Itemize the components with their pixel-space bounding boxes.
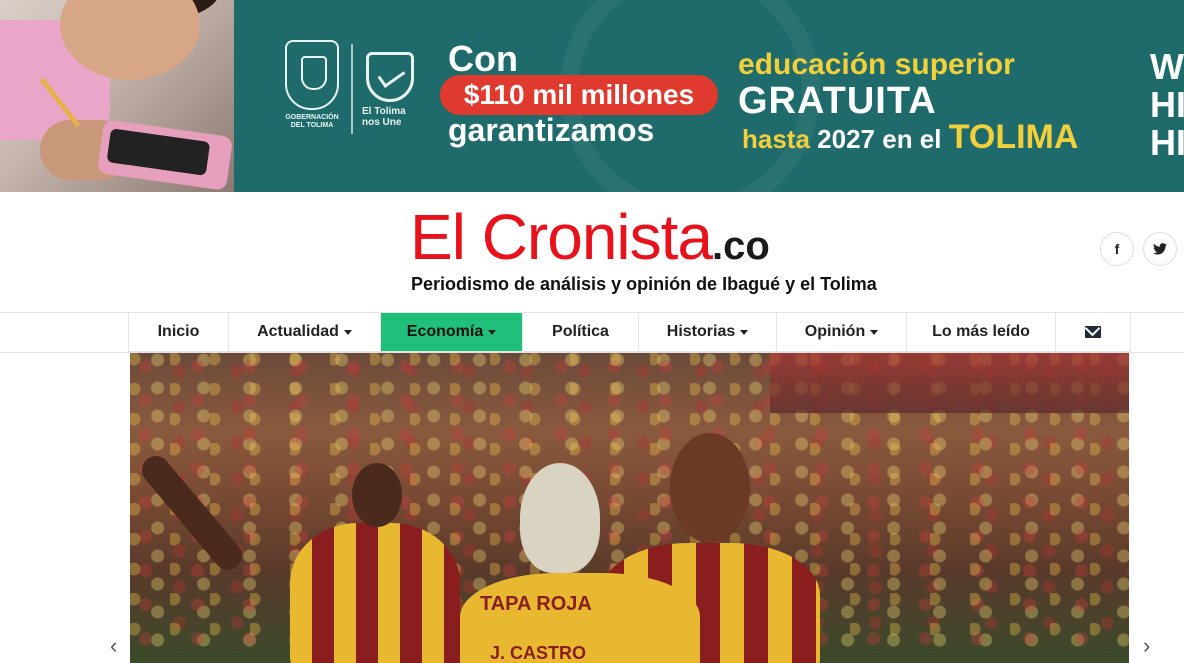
nav-label: Historias — [666, 323, 736, 340]
carousel-prev-icon[interactable]: ‹ — [110, 635, 126, 657]
logo-main: El Cronista — [410, 201, 713, 273]
nav-label: Inicio — [157, 323, 200, 340]
tolima-nos-une-logo: El Tolima nos Une — [362, 52, 422, 134]
facebook-icon[interactable]: f — [1100, 232, 1134, 266]
main-nav: Inicio Actualidad Economía Política Hist… — [128, 312, 1131, 352]
banner-con: Con — [448, 38, 518, 79]
nav-label: Actualidad — [257, 323, 339, 340]
banner-edge-text: W HIC HI — [1150, 46, 1184, 163]
nav-item-politica[interactable]: Política — [523, 313, 639, 351]
photo-phone — [96, 119, 234, 191]
banner-edu: educación superior — [738, 48, 1015, 81]
hero-image[interactable]: TAPA ROJA J. CASTRO — [130, 353, 1129, 663]
nav-item-inicio[interactable]: Inicio — [129, 313, 229, 351]
nav-label: Política — [552, 323, 609, 340]
nav-item-economia[interactable]: Economía — [381, 313, 523, 351]
player-1 — [290, 523, 460, 663]
logo-tld: .co — [712, 224, 770, 268]
envelope-icon — [1085, 326, 1101, 338]
player-3-head — [670, 433, 750, 543]
nav-label: Economía — [406, 323, 484, 340]
caret-down-icon — [870, 329, 879, 335]
shield-handshake-icon — [366, 52, 414, 102]
nav-item-actualidad[interactable]: Actualidad — [229, 313, 381, 351]
site-logo[interactable]: El Cronista.co — [410, 202, 770, 272]
caret-down-icon — [343, 329, 352, 335]
banner-photo — [0, 0, 234, 192]
twitter-icon[interactable] — [1143, 232, 1177, 266]
caret-down-icon — [488, 329, 497, 335]
banner-amount: $110 mil millones — [440, 75, 718, 115]
gobernacion-seal: GOBERNACIÓN DEL TOLIMA — [282, 40, 342, 130]
nav-item-opinion[interactable]: Opinión — [777, 313, 907, 351]
banner-gratuita: GRATUITA — [738, 80, 937, 122]
hasta-prefix: hasta — [742, 124, 810, 154]
seal-text: GOBERNACIÓN DEL TOLIMA — [285, 114, 339, 129]
site-header: El Cronista.co Periodismo de análisis y … — [0, 192, 1184, 312]
nav-item-contact[interactable] — [1056, 313, 1131, 351]
banner-divider — [351, 44, 353, 134]
hasta-year: 2027 — [817, 124, 875, 154]
nav-item-historias[interactable]: Historias — [639, 313, 777, 351]
nav-label: Opinión — [804, 323, 866, 340]
nav-item-lo-mas-leido[interactable]: Lo más leído — [907, 313, 1056, 351]
player-2-head — [520, 463, 600, 573]
jersey-sponsor: TAPA ROJA — [480, 593, 592, 615]
hasta-mid: en el — [882, 124, 942, 154]
hasta-tolima: TOLIMA — [948, 118, 1079, 156]
carousel-next-icon[interactable]: › — [1143, 635, 1159, 657]
seal-icon — [285, 40, 339, 110]
jersey-name: J. CASTRO — [490, 643, 587, 663]
player-1-head — [352, 463, 402, 527]
top-ad-banner[interactable]: GOBERNACIÓN DEL TOLIMA El Tolima nos Une… — [0, 0, 1184, 192]
tolima-logo-text: El Tolima nos Une — [362, 106, 406, 128]
nav-label: Lo más leído — [932, 323, 1030, 340]
banner-hasta: hasta 2027 en el TOLIMA — [742, 118, 1078, 157]
banner-garantizamos: garantizamos — [448, 112, 655, 148]
stadium-stand — [770, 353, 1129, 413]
site-tagline: Periodismo de análisis y opinión de Ibag… — [411, 274, 877, 294]
caret-down-icon — [740, 329, 749, 335]
